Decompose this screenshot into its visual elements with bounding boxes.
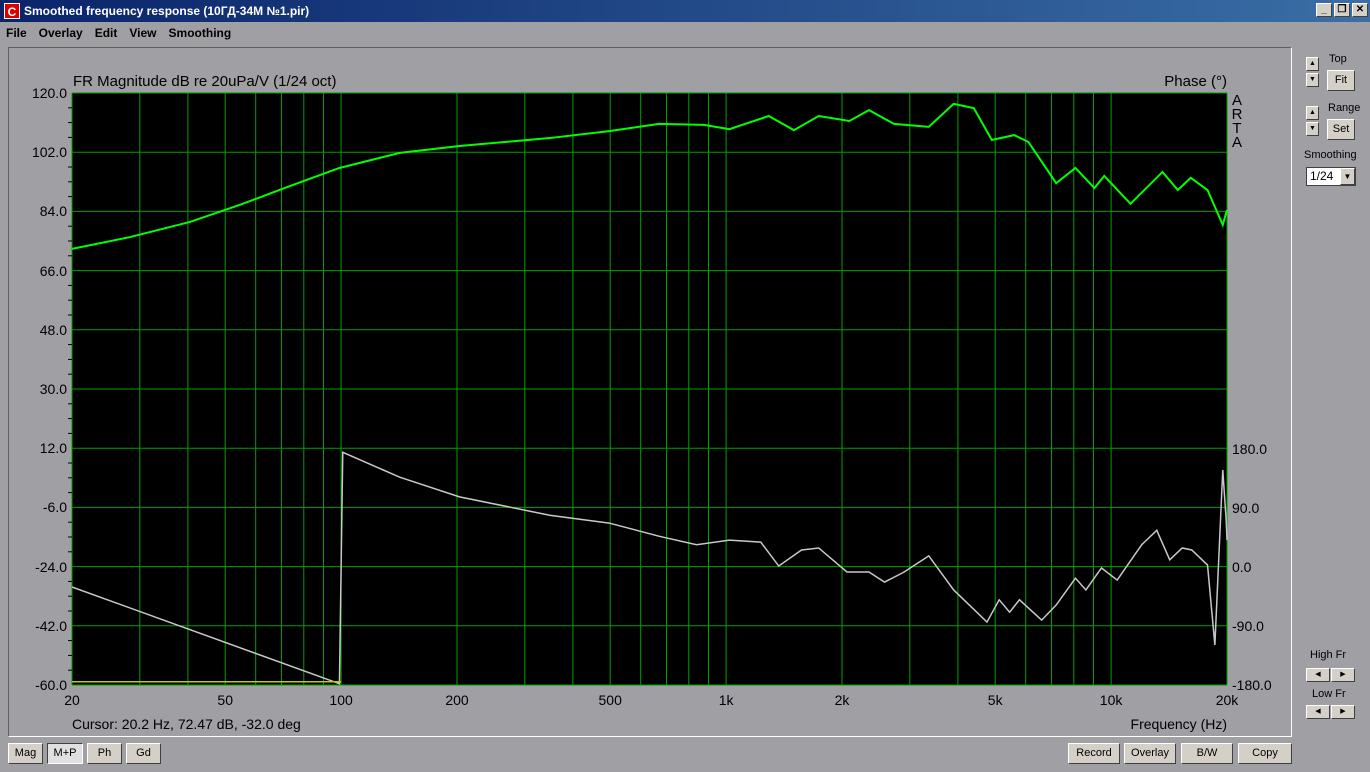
x-axis-label: Frequency (Hz) [1130, 716, 1227, 732]
high-fr-left-button[interactable]: ◀ [1306, 668, 1330, 682]
x-tick-label: 500 [598, 692, 622, 708]
smoothing-value: 1/24 [1310, 169, 1334, 183]
frequency-response-chart[interactable] [0, 0, 1370, 772]
y-tick-label: 66.0 [39, 262, 67, 279]
record-button[interactable]: Record [1068, 743, 1120, 764]
arta-watermark: ARTA [1231, 92, 1243, 151]
top-up-button[interactable]: ▲ [1306, 57, 1319, 71]
mag-button[interactable]: Mag [8, 743, 43, 764]
smoothing-select[interactable]: 1/24 ▼ [1306, 167, 1356, 186]
x-tick-label: 5k [987, 692, 1003, 708]
overlay-button[interactable]: Overlay [1124, 743, 1176, 764]
phase-tick-label: 0.0 [1232, 559, 1252, 575]
set-button[interactable]: Set [1327, 119, 1355, 140]
low-fr-left-button[interactable]: ◀ [1306, 705, 1330, 719]
y-tick-label: 12.0 [39, 440, 67, 457]
phase-tick-label: 90.0 [1232, 500, 1260, 516]
y-tick-label: -6.0 [42, 499, 67, 516]
y-tick-label: 84.0 [39, 203, 67, 220]
x-tick-label: 50 [217, 692, 233, 708]
x-tick-label: 2k [834, 692, 850, 708]
x-tick-label: 100 [329, 692, 353, 708]
y-tick-label: -60.0 [35, 677, 67, 693]
range-down-button[interactable]: ▼ [1306, 122, 1319, 136]
copy-button[interactable]: Copy [1238, 743, 1292, 764]
x-tick-label: 1k [718, 692, 734, 708]
low-fr-label: Low Fr [1312, 688, 1346, 700]
phase-tick-label: -90.0 [1232, 618, 1264, 634]
range-label: Range [1328, 102, 1361, 114]
x-tick-label: 20 [64, 692, 80, 708]
x-tick-label: 10k [1099, 692, 1123, 708]
fit-button[interactable]: Fit [1327, 70, 1355, 91]
gd-button[interactable]: Gd [126, 743, 161, 764]
x-tick-label: 200 [445, 692, 469, 708]
bw-button[interactable]: B/W [1181, 743, 1233, 764]
y-tick-label: 30.0 [39, 381, 67, 397]
cursor-readout: Cursor: 20.2 Hz, 72.47 dB, -32.0 deg [72, 716, 301, 732]
y-tick-label: -42.0 [35, 617, 67, 634]
mp-button[interactable]: M+P [47, 743, 83, 764]
x-tick-label: 20k [1215, 692, 1239, 708]
phase-tick-label: 180.0 [1232, 441, 1268, 457]
high-fr-label: High Fr [1310, 649, 1347, 661]
y-tick-label: 102.0 [31, 144, 67, 161]
ph-button[interactable]: Ph [87, 743, 122, 764]
top-down-button[interactable]: ▼ [1306, 73, 1319, 87]
range-up-button[interactable]: ▲ [1306, 106, 1319, 120]
high-fr-right-button[interactable]: ▶ [1331, 668, 1355, 682]
chevron-down-icon[interactable]: ▼ [1340, 168, 1355, 185]
low-fr-right-button[interactable]: ▶ [1331, 705, 1355, 719]
phase-tick-label: -180.0 [1232, 677, 1272, 693]
smoothing-label: Smoothing [1304, 149, 1357, 161]
y-tick-label: 120.0 [31, 85, 67, 101]
y-tick-label: -24.0 [35, 558, 67, 575]
y-tick-label: 48.0 [39, 321, 67, 338]
top-label: Top [1329, 53, 1347, 65]
